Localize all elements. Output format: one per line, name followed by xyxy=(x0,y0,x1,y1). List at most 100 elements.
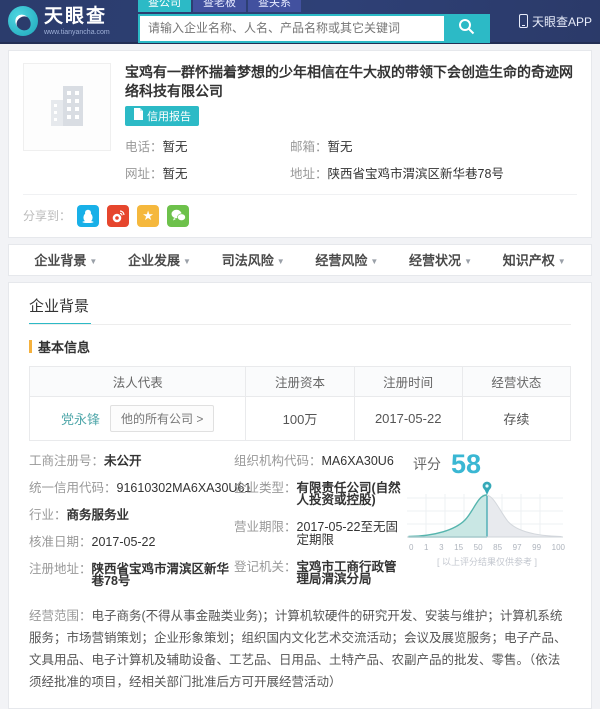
his-companies-button[interactable]: 他的所有公司 > xyxy=(110,404,215,432)
field-label: 核准日期： xyxy=(29,534,92,549)
field-value: 2017-05-22至无固定期限 xyxy=(296,520,398,547)
share-weibo-icon[interactable] xyxy=(107,204,130,227)
share-label: 分享到： xyxy=(23,209,72,224)
company-card: 宝鸡有一群怀揣着梦想的少年相信在牛大叔的带领下会创造生命的奇迹网络科技有限公司 … xyxy=(8,50,592,238)
nav-label: 企业背景 xyxy=(34,253,87,269)
capital-cell: 100万 xyxy=(245,395,355,441)
field-label: 工商注册号： xyxy=(29,453,105,468)
nav-label: 经营风险 xyxy=(315,253,368,269)
axis-tick: 1 xyxy=(424,542,429,552)
col-header-reg-date: 注册时间 xyxy=(353,365,463,397)
logo-subtitle: www.tianyancha.com xyxy=(44,28,110,36)
app-download-link[interactable]: 天眼查APP xyxy=(518,13,592,30)
axis-tick: 0 xyxy=(409,542,414,552)
score-pin-icon xyxy=(482,481,492,495)
axis-tick: 3 xyxy=(439,542,444,552)
nav-intellectual-property[interactable]: 知识产权 ▼ xyxy=(487,250,581,269)
field-value: 陕西省宝鸡市渭滨区新华巷78号 xyxy=(91,561,230,589)
share-qq-icon[interactable] xyxy=(77,204,100,227)
nav-company-background[interactable]: 企业背景 ▼ xyxy=(19,250,113,269)
tab-search-boss[interactable]: 查老板 xyxy=(193,0,246,12)
phone-label: 电话： xyxy=(125,139,163,154)
phone-value: 暂无 xyxy=(162,139,188,154)
top-header: 天眼查 www.tianyancha.com 查公司 查老板 查关系 天眼查AP… xyxy=(0,0,600,44)
col-header-capital: 注册资本 xyxy=(245,365,355,397)
address-label: 地址： xyxy=(290,166,328,181)
axis-tick: 85 xyxy=(493,542,503,552)
subsection-title: 基本信息 xyxy=(38,339,91,355)
chevron-down-icon: ▼ xyxy=(276,257,285,267)
address-value: 陕西省宝鸡市渭滨区新华巷78号 xyxy=(327,166,504,181)
field-value: 91610302MA6XA30U61 xyxy=(116,480,252,495)
section-nav: 企业背景 ▼ 企业发展 ▼ 司法风险 ▼ 经营风险 ▼ 经营状况 ▼ 知识产权 ▼ xyxy=(8,243,592,276)
share-row: 分享到： ★ xyxy=(23,195,577,227)
table-row: 党永锋 他的所有公司 > 100万 2017-05-22 存续 xyxy=(28,395,572,441)
axis-tick: 97 xyxy=(512,542,522,552)
nav-operating-risk[interactable]: 经营风险 ▼ xyxy=(300,250,394,269)
credit-report-label: 信用报告 xyxy=(147,110,191,123)
score-distribution-chart: 0 1 3 15 50 85 97 99 100 [ 以上评分结果仅供参考 ] xyxy=(403,480,571,568)
company-background-section: 企业背景 基本信息 法人代表 注册资本 注册时间 经营状态 党永锋 他的所有公司… xyxy=(8,281,592,709)
nav-label: 知识产权 xyxy=(502,253,555,269)
search-button[interactable] xyxy=(444,15,488,41)
field-value: 有限责任公司(自然人投资或控股) xyxy=(296,480,401,508)
building-icon xyxy=(39,78,95,137)
col-header-status: 经营状态 xyxy=(461,365,572,397)
field-value: 2017-05-22 xyxy=(91,534,156,549)
subsection-bar xyxy=(29,339,32,353)
tab-search-company[interactable]: 查公司 xyxy=(138,0,191,12)
axis-tick: 50 xyxy=(473,542,483,552)
share-qzone-icon[interactable]: ★ xyxy=(137,204,160,227)
scope-label: 经营范围： xyxy=(29,609,92,624)
col-header-legal-rep: 法人代表 xyxy=(28,365,247,397)
tab-search-relation[interactable]: 查关系 xyxy=(248,0,301,12)
registration-info: 工商注册号： 未公开 统一信用代码： 91610302MA6XA30U61 行业：商… xyxy=(29,455,403,603)
credit-report-button[interactable]: 信用报告 xyxy=(125,105,199,126)
tianyancha-logo[interactable]: 天眼查 www.tianyancha.com xyxy=(8,6,130,36)
nav-operating-status[interactable]: 经营状况 ▼ xyxy=(394,250,488,269)
axis-tick: 99 xyxy=(532,542,542,552)
chevron-down-icon: ▼ xyxy=(89,257,98,267)
company-name: 宝鸡有一群怀揣着梦想的少年相信在牛大叔的带领下会创造生命的奇迹网络科技有限公司 xyxy=(125,64,573,99)
divider xyxy=(29,323,571,325)
score-axis: 0 1 3 15 50 85 97 99 100 xyxy=(409,543,565,552)
score-value: 58 xyxy=(451,448,482,479)
email-value: 暂无 xyxy=(327,139,353,154)
phone-icon xyxy=(518,14,528,28)
business-scope: 经营范围：电子商务(不得从事金融类业务)；计算机软硬件的研究开发、安装与维护；计… xyxy=(29,606,571,694)
status-cell: 存续 xyxy=(461,395,572,441)
reg-date-cell: 2017-05-22 xyxy=(353,395,463,441)
nav-label: 企业发展 xyxy=(128,253,181,269)
search-icon xyxy=(458,18,475,38)
section-title: 企业背景 xyxy=(29,297,90,315)
chevron-down-icon: ▼ xyxy=(183,257,191,267)
logo-title: 天眼查 xyxy=(44,5,108,27)
search-tabs: 查公司 查老板 查关系 xyxy=(138,0,303,12)
chevron-down-icon: ▼ xyxy=(464,257,472,267)
nav-company-development[interactable]: 企业发展 ▼ xyxy=(113,250,207,269)
score-panel: 评分 58 0 1 3 15 50 85 97 99 100 [以上评分结果仅… xyxy=(403,448,571,603)
chevron-down-icon: ▼ xyxy=(370,257,379,267)
field-label: 登记机关： xyxy=(234,559,297,574)
share-wechat-icon[interactable] xyxy=(167,204,190,227)
legal-rep-link[interactable]: 党永锋 xyxy=(61,409,100,428)
website-value: 暂无 xyxy=(162,166,188,181)
basic-info-table: 法人代表 注册资本 注册时间 经营状态 党永锋 他的所有公司 > 100万 20… xyxy=(28,365,572,441)
field-value: MA6XA30U6 xyxy=(321,453,394,468)
website-label: 网址： xyxy=(125,166,163,181)
search-input[interactable] xyxy=(140,15,444,41)
field-label: 统一信用代码： xyxy=(29,480,117,495)
nav-judicial-risk[interactable]: 司法风险 ▼ xyxy=(206,250,300,269)
nav-label: 经营状况 xyxy=(409,253,462,269)
company-logo xyxy=(23,63,111,151)
eye-logo-icon xyxy=(8,6,38,36)
scope-text: 电子商务(不得从事金融类业务)；计算机软硬件的研究开发、安装与维护；计算机系统服… xyxy=(29,609,567,689)
field-label: 企业类型： xyxy=(234,480,297,495)
report-doc-icon xyxy=(133,108,147,123)
score-label: 评分 xyxy=(413,455,441,472)
field-label: 营业期限： xyxy=(234,520,297,535)
score-caption: [ 以上评分结果仅供参考 ] xyxy=(436,556,537,567)
app-link-label: 天眼查APP xyxy=(531,14,592,29)
axis-tick: 100 xyxy=(551,542,565,552)
chevron-down-icon: ▼ xyxy=(557,257,566,267)
